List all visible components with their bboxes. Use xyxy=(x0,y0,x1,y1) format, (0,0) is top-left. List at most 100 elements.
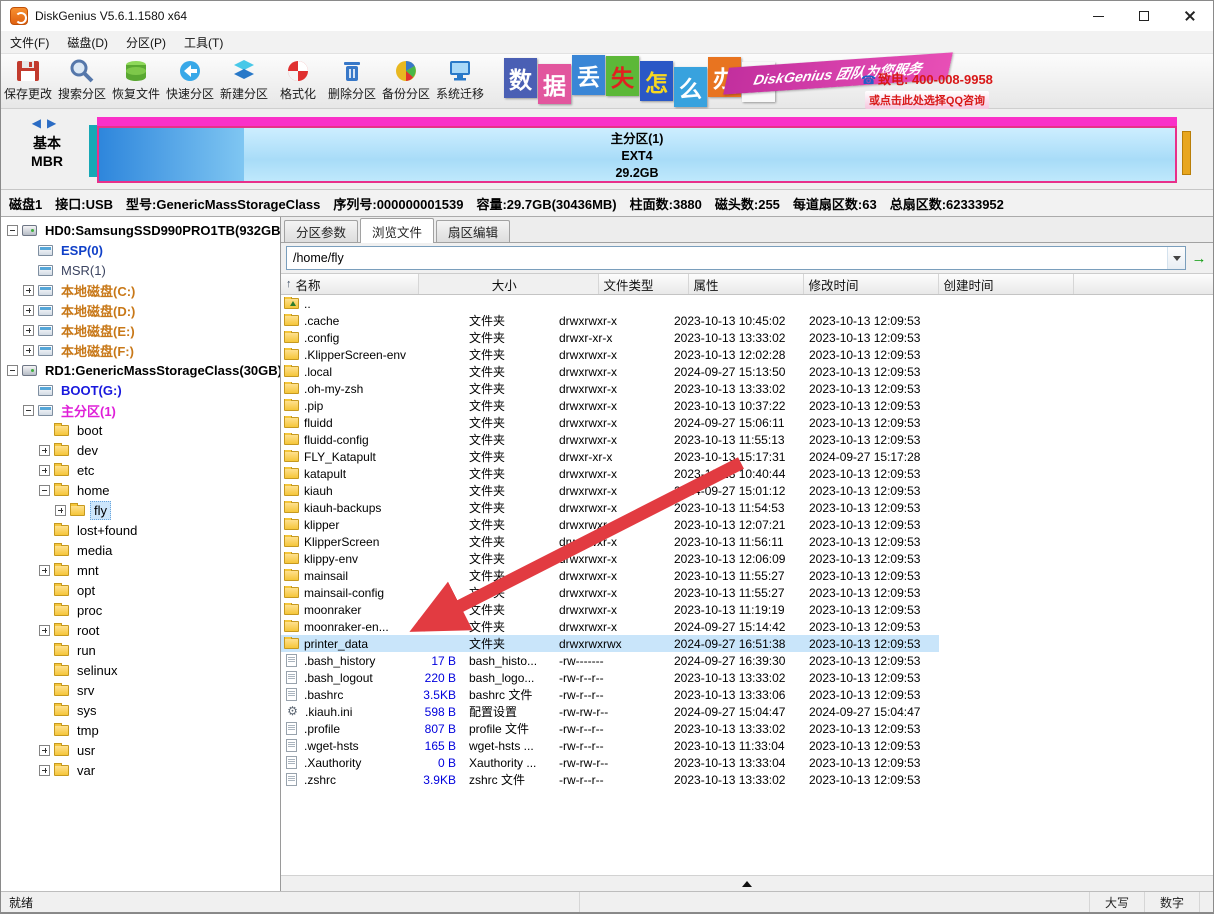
menu-item[interactable]: 磁盘(D) xyxy=(58,31,117,53)
tree-item[interactable]: root xyxy=(1,620,280,640)
format-button[interactable]: 格式化 xyxy=(271,54,325,106)
promo-qq-link[interactable]: 或点击此处选择QQ咨询 xyxy=(865,91,989,109)
table-row[interactable]: .Xauthority0 BXauthority ...-rw-rw-r--20… xyxy=(281,754,939,771)
tree-item[interactable]: 主分区(1) xyxy=(1,400,280,420)
quick-partition-button[interactable]: 快速分区 xyxy=(163,54,217,106)
maximize-button[interactable] xyxy=(1121,1,1167,31)
expand-icon[interactable] xyxy=(39,565,50,576)
tree-item[interactable]: 本地磁盘(D:) xyxy=(1,300,280,320)
expand-icon[interactable] xyxy=(39,625,50,636)
collapse-icon[interactable] xyxy=(23,405,34,416)
tree-item[interactable]: etc xyxy=(1,460,280,480)
table-row[interactable]: .bash_history17 Bbash_histo...-rw-------… xyxy=(281,652,939,669)
column-header[interactable]: ↑名称 xyxy=(281,274,419,294)
tree-item[interactable]: usr xyxy=(1,740,280,760)
collapse-icon[interactable] xyxy=(7,225,18,236)
table-row[interactable]: fluidd文件夹drwxrwxr-x2024-09-27 15:06:1120… xyxy=(281,414,939,431)
recover-files-button[interactable]: 恢复文件 xyxy=(109,54,163,106)
column-header[interactable]: 文件类型 xyxy=(599,274,689,294)
tree-item[interactable]: media xyxy=(1,540,280,560)
menu-item[interactable]: 工具(T) xyxy=(175,31,232,53)
table-row[interactable]: .config文件夹drwxr-xr-x2023-10-13 13:33:022… xyxy=(281,329,939,346)
menu-item[interactable]: 分区(P) xyxy=(117,31,175,53)
backup-partition-button[interactable]: 备份分区 xyxy=(379,54,433,106)
column-header[interactable]: 大小 xyxy=(419,274,599,294)
next-disk-arrow-icon[interactable]: ▶ xyxy=(47,116,62,130)
tree-item[interactable]: HD0:SamsungSSD990PRO1TB(932GB xyxy=(1,220,280,240)
table-row[interactable]: fluidd-config文件夹drwxrwxr-x2023-10-13 11:… xyxy=(281,431,939,448)
tree-item[interactable]: selinux xyxy=(1,660,280,680)
tree-item[interactable]: run xyxy=(1,640,280,660)
tree-item[interactable]: lost+found xyxy=(1,520,280,540)
tree-item[interactable]: BOOT(G:) xyxy=(1,380,280,400)
expand-icon[interactable] xyxy=(39,465,50,476)
table-row[interactable]: .KlipperScreen-env文件夹drwxrwxr-x2023-10-1… xyxy=(281,346,939,363)
table-row[interactable]: .local文件夹drwxrwxr-x2024-09-27 15:13:5020… xyxy=(281,363,939,380)
collapse-icon[interactable] xyxy=(7,365,18,376)
tree-item[interactable]: 本地磁盘(C:) xyxy=(1,280,280,300)
tree-item[interactable]: tmp xyxy=(1,720,280,740)
table-row[interactable]: moonraker文件夹drwxrwxr-x2023-10-13 11:19:1… xyxy=(281,601,939,618)
table-row[interactable]: mainsail文件夹drwxrwxr-x2023-10-13 11:55:27… xyxy=(281,567,939,584)
tree-item[interactable]: opt xyxy=(1,580,280,600)
tree-item[interactable]: fly xyxy=(1,500,280,520)
tree-item[interactable]: RD1:GenericMassStorageClass(30GB) xyxy=(1,360,280,380)
collapse-icon[interactable] xyxy=(39,485,50,496)
tree-item[interactable]: 本地磁盘(E:) xyxy=(1,320,280,340)
table-row[interactable]: .bashrc3.5KBbashrc 文件-rw-r--r--2023-10-1… xyxy=(281,686,939,703)
tree-item[interactable]: sys xyxy=(1,700,280,720)
expand-icon[interactable] xyxy=(39,445,50,456)
expand-icon[interactable] xyxy=(23,305,34,316)
table-row[interactable]: mainsail-config文件夹drwxrwxr-x2023-10-13 1… xyxy=(281,584,939,601)
table-row[interactable]: printer_data文件夹drwxrwxrwx2024-09-27 16:5… xyxy=(281,635,939,652)
table-row[interactable]: katapult文件夹drwxrwxr-x2023-10-13 10:40:44… xyxy=(281,465,939,482)
tree-item[interactable]: proc xyxy=(1,600,280,620)
table-row[interactable]: klipper文件夹drwxrwxr-x2023-10-13 12:07:212… xyxy=(281,516,939,533)
horizontal-scrollbar[interactable] xyxy=(281,875,1213,891)
table-row[interactable]: klippy-env文件夹drwxrwxr-x2023-10-13 12:06:… xyxy=(281,550,939,567)
save-changes-button[interactable]: 保存更改 xyxy=(1,54,55,106)
tree-item[interactable]: srv xyxy=(1,680,280,700)
expand-icon[interactable] xyxy=(55,505,66,516)
tree-item[interactable]: dev xyxy=(1,440,280,460)
expand-icon[interactable] xyxy=(23,285,34,296)
chevron-down-icon[interactable] xyxy=(1167,247,1185,269)
tree-item[interactable]: MSR(1) xyxy=(1,260,280,280)
tab-partition-params[interactable]: 分区参数 xyxy=(284,220,358,242)
table-row[interactable]: moonraker-en...文件夹drwxrwxr-x2024-09-27 1… xyxy=(281,618,939,635)
table-row[interactable]: .zshrc3.9KBzshrc 文件-rw-r--r--2023-10-13 … xyxy=(281,771,939,788)
table-row[interactable]: kiauh文件夹drwxrwxr-x2024-09-27 15:01:12202… xyxy=(281,482,939,499)
tree-item[interactable]: var xyxy=(1,760,280,780)
system-migration-button[interactable]: 系统迁移 xyxy=(433,54,487,106)
table-row[interactable]: .cache文件夹drwxrwxr-x2023-10-13 10:45:0220… xyxy=(281,312,939,329)
path-combobox[interactable]: /home/fly xyxy=(286,246,1186,270)
table-row[interactable]: .wget-hsts165 Bwget-hsts ...-rw-r--r--20… xyxy=(281,737,939,754)
tree-item[interactable]: home xyxy=(1,480,280,500)
go-button[interactable] xyxy=(1189,247,1209,269)
delete-partition-button[interactable]: 删除分区 xyxy=(325,54,379,106)
tree-item[interactable]: ESP(0) xyxy=(1,240,280,260)
table-row[interactable]: kiauh-backups文件夹drwxrwxr-x2023-10-13 11:… xyxy=(281,499,939,516)
expand-icon[interactable] xyxy=(39,765,50,776)
table-row[interactable]: .profile807 Bprofile 文件-rw-r--r--2023-10… xyxy=(281,720,939,737)
expand-icon[interactable] xyxy=(23,325,34,336)
new-partition-button[interactable]: 新建分区 xyxy=(217,54,271,106)
table-row[interactable]: ⚙.kiauh.ini598 B配置设置-rw-rw-r--2024-09-27… xyxy=(281,703,939,720)
tab-sector-edit[interactable]: 扇区编辑 xyxy=(436,220,510,242)
tab-browse-files[interactable]: 浏览文件 xyxy=(360,218,434,243)
tree-item[interactable]: boot xyxy=(1,420,280,440)
tree-item[interactable]: 本地磁盘(F:) xyxy=(1,340,280,360)
table-row[interactable]: .bash_logout220 Bbash_logo...-rw-r--r--2… xyxy=(281,669,939,686)
table-row[interactable]: KlipperScreen文件夹drwxrwxr-x2023-10-13 11:… xyxy=(281,533,939,550)
expand-icon[interactable] xyxy=(23,345,34,356)
partition-block[interactable]: 主分区(1) EXT4 29.2GB xyxy=(97,126,1177,183)
table-row[interactable]: .pip文件夹drwxrwxr-x2023-10-13 10:37:222023… xyxy=(281,397,939,414)
search-partition-button[interactable]: 搜索分区 xyxy=(55,54,109,106)
table-row[interactable]: .oh-my-zsh文件夹drwxrwxr-x2023-10-13 13:33:… xyxy=(281,380,939,397)
tree-item[interactable]: mnt xyxy=(1,560,280,580)
minimize-button[interactable] xyxy=(1075,1,1121,31)
table-row[interactable]: FLY_Katapult文件夹drwxr-xr-x2023-10-13 15:1… xyxy=(281,448,939,465)
close-button[interactable] xyxy=(1167,1,1213,31)
prev-disk-arrow-icon[interactable]: ◀ xyxy=(32,116,47,130)
expand-icon[interactable] xyxy=(39,745,50,756)
